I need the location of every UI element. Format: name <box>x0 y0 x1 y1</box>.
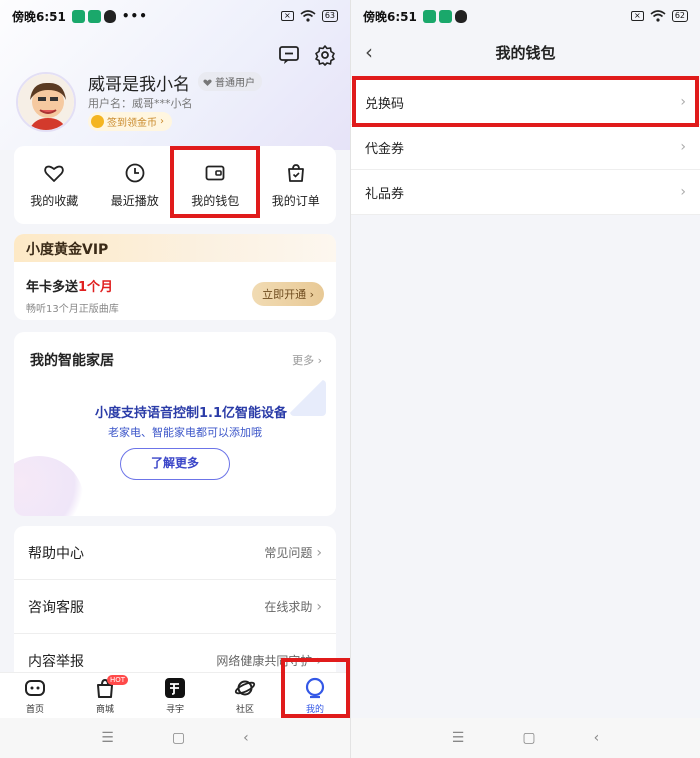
list-item-label: 内容举报 <box>28 653 84 670</box>
sim-off-icon: × <box>280 11 294 21</box>
list-item-value: 在线求助 <box>264 600 313 614</box>
learn-more-button[interactable]: 了解更多 <box>120 448 230 480</box>
planet-icon <box>234 680 256 695</box>
sim-off-icon: × <box>630 11 644 21</box>
home-icon <box>25 679 45 696</box>
vip-open-button[interactable]: 立即开通 › <box>252 282 324 306</box>
list-item-value: 常见问题 <box>264 546 313 560</box>
decorative-blob <box>14 456 84 516</box>
vip-promo: 年卡多送1个月 <box>26 276 113 295</box>
vip-card[interactable]: 小度黄金VIP 年卡多送1个月 畅听13个月正版曲库 立即开通 › <box>14 234 336 320</box>
home-square-icon[interactable]: ▢ <box>172 730 185 746</box>
tab-label: 首页 <box>25 704 44 715</box>
home-square-icon[interactable]: ▢ <box>522 730 535 746</box>
sign-in-label: 签到领金币 <box>107 118 157 129</box>
status-time: 傍晚6:51 <box>363 9 417 24</box>
smart-home-more-link[interactable]: 更多 › <box>292 352 322 368</box>
vip-promo-highlight: 1个月 <box>78 280 114 295</box>
back-arrow-icon[interactable]: ‹ <box>365 40 373 64</box>
quick-favorites[interactable]: 我的收藏 <box>14 146 95 224</box>
chevron-right-icon: › <box>680 139 686 155</box>
username: 用户名：威哥***小名 <box>88 97 193 110</box>
smart-home-card: 我的智能家居 更多 › 小度支持语音控制1.1亿智能设备 老家电、智能家电都可以… <box>14 332 336 516</box>
quick-orders[interactable]: 我的订单 <box>256 146 337 224</box>
list-item-label: 礼品券 <box>365 186 405 202</box>
list-item-customer-service[interactable]: 咨询客服 在线求助 › <box>14 580 336 634</box>
message-icon[interactable] <box>278 44 300 66</box>
app-notification-icon <box>87 9 101 23</box>
quick-recent-label: 最近播放 <box>110 193 159 208</box>
search-app-icon <box>165 677 185 698</box>
more-notifications-icon: ••• <box>121 9 148 23</box>
chevron-right-icon: › <box>317 354 322 367</box>
list-item-gift-card[interactable]: 礼品券 › <box>351 170 700 215</box>
user-level-label: 普通用户 <box>215 78 255 89</box>
bag-icon <box>287 163 304 182</box>
chevron-right-icon: › <box>680 184 686 200</box>
chevron-right-icon: › <box>309 288 314 301</box>
system-nav-bar: ☰ ▢ ‹ <box>351 718 700 758</box>
status-time: 傍晚6:51 <box>12 9 66 24</box>
user-level-badge[interactable]: 普通用户 <box>198 72 262 91</box>
heart-badge-icon <box>203 78 212 86</box>
status-bar: 傍晚6:51 ••• × 63 <box>0 0 350 32</box>
list-item-label: 咨询客服 <box>28 599 84 616</box>
qq-notification-icon <box>103 9 116 23</box>
chevron-right-icon: › <box>160 116 164 127</box>
wechat-notification-icon <box>422 9 436 23</box>
wallet-screen: 傍晚6:51 × 62 ‹ 我的钱包 兑换码 › 代金券 › 礼品券 › ☰ ▢… <box>350 0 700 758</box>
quick-recent[interactable]: 最近播放 <box>95 146 176 224</box>
smart-home-title: 我的智能家居 <box>30 353 114 369</box>
battery-indicator: 62 <box>671 10 688 22</box>
tab-label: 社区 <box>235 704 254 715</box>
heart-icon <box>44 165 65 182</box>
nickname: 威哥是我小名 <box>88 75 190 95</box>
smart-home-headline: 小度支持语音控制1.1亿智能设备 <box>94 406 288 421</box>
clock-icon <box>125 163 145 182</box>
menu-icon[interactable]: ☰ <box>452 730 465 746</box>
battery-indicator: 63 <box>321 10 338 22</box>
avatar[interactable] <box>16 72 76 132</box>
page-title: 我的钱包 <box>495 43 556 62</box>
page-header: ‹ 我的钱包 <box>351 32 700 72</box>
vip-open-label: 立即开通 <box>262 288 307 301</box>
tab-mall[interactable]: HOT 商城 <box>70 673 140 718</box>
tab-home[interactable]: 首页 <box>0 673 70 718</box>
list-item-help[interactable]: 帮助中心 常见问题 › <box>14 526 336 580</box>
vip-subtitle: 畅听13个月正版曲库 <box>26 304 119 315</box>
tab-label: 寻宇 <box>165 704 184 715</box>
highlight-redeem-code-box <box>352 76 699 127</box>
list-item-label: 代金券 <box>365 141 405 157</box>
app-notification-icon <box>438 9 452 23</box>
smart-home-subline: 老家电、智能家电都可以添加哦 <box>108 426 262 439</box>
smart-home-more-label: 更多 <box>292 354 315 367</box>
hot-badge: HOT <box>107 675 129 685</box>
tab-search-app[interactable]: 寻宇 <box>140 673 210 718</box>
chevron-right-icon: › <box>316 544 322 561</box>
back-icon[interactable]: ‹ <box>594 730 600 746</box>
sign-in-button[interactable]: 签到领金币 › <box>88 112 172 131</box>
highlight-wallet-box <box>170 146 260 218</box>
qq-notification-icon <box>454 9 467 23</box>
quick-orders-label: 我的订单 <box>271 193 320 208</box>
settings-icon[interactable] <box>314 44 336 66</box>
highlight-profile-tab-box <box>281 658 350 718</box>
menu-icon[interactable]: ☰ <box>101 730 114 746</box>
tab-label: 商城 <box>95 704 114 715</box>
chevron-right-icon: › <box>316 598 322 615</box>
tab-community[interactable]: 社区 <box>210 673 280 718</box>
list-item-voucher[interactable]: 代金券 › <box>351 125 700 170</box>
quick-favorites-label: 我的收藏 <box>30 193 79 208</box>
list-item-label: 帮助中心 <box>28 545 84 562</box>
back-icon[interactable]: ‹ <box>243 730 249 746</box>
system-nav-bar: ☰ ▢ ‹ <box>0 718 350 758</box>
profile-screen: 傍晚6:51 ••• × 63 威哥是我小名 普通用户 用户名：威哥***小名 … <box>0 0 350 758</box>
vip-promo-prefix: 年卡多送 <box>26 280 79 295</box>
coin-icon <box>91 115 104 128</box>
wifi-icon <box>650 10 666 22</box>
wifi-icon <box>300 10 316 22</box>
vip-title: 小度黄金VIP <box>14 234 336 262</box>
wechat-notification-icon <box>71 9 85 23</box>
status-bar: 傍晚6:51 × 62 <box>351 0 700 32</box>
